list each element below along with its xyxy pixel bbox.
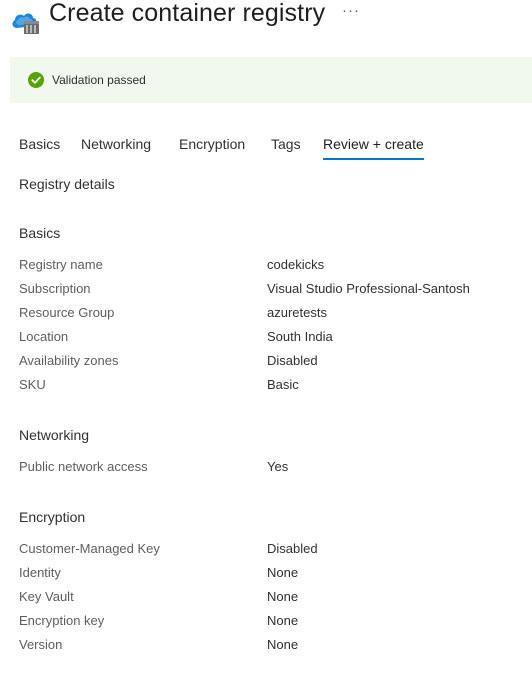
success-check-icon	[28, 72, 44, 88]
tab-tags[interactable]: Tags	[271, 136, 301, 152]
registry-details-heading: Registry details	[19, 176, 115, 192]
version-value: None	[267, 637, 299, 652]
page-header: Create container registry ···	[0, 0, 532, 40]
public-network-access-label: Public network access	[19, 459, 148, 474]
availability-zones-label: Availability zones	[19, 353, 119, 368]
customer-managed-key-label: Customer-Managed Key	[19, 541, 160, 556]
resource-group-value: azuretests	[267, 305, 327, 320]
location-value: South India	[267, 329, 333, 344]
more-options-button[interactable]: ···	[342, 2, 360, 19]
registry-name-label: Registry name	[19, 257, 103, 272]
encryption-key-label: Encryption key	[19, 613, 105, 628]
version-label: Version	[19, 637, 63, 652]
subscription-value: Visual Studio Professional-Santosh	[267, 281, 470, 296]
subscription-label: Subscription	[19, 281, 91, 296]
validation-message: Validation passed	[52, 73, 146, 87]
encryption-heading: Encryption	[19, 509, 86, 525]
availability-zones-value: Disabled	[267, 353, 318, 368]
registry-name-value: codekicks	[267, 257, 325, 272]
validation-banner: Validation passed	[10, 57, 532, 103]
tab-networking[interactable]: Networking	[81, 136, 151, 152]
networking-heading: Networking	[19, 427, 90, 443]
encryption-key-value: None	[267, 613, 299, 628]
public-network-access-value: Yes	[267, 459, 289, 474]
tab-encryption[interactable]: Encryption	[179, 136, 245, 152]
basics-heading: Basics	[19, 225, 61, 241]
page-title: Create container registry	[49, 0, 326, 27]
location-label: Location	[19, 329, 69, 344]
key-vault-label: Key Vault	[19, 589, 74, 604]
tab-basics[interactable]: Basics	[19, 136, 60, 152]
container-registry-icon	[12, 13, 39, 34]
sku-value: Basic	[267, 377, 299, 392]
active-tab-indicator	[323, 158, 424, 160]
tab-review-create-label: Review + create	[323, 136, 424, 152]
identity-label: Identity	[19, 565, 61, 580]
sku-label: SKU	[19, 377, 46, 392]
identity-value: None	[267, 565, 299, 580]
tab-review-create[interactable]: Review + create	[323, 136, 424, 160]
key-vault-value: None	[267, 589, 299, 604]
customer-managed-key-value: Disabled	[267, 541, 318, 556]
resource-group-label: Resource Group	[19, 305, 115, 320]
